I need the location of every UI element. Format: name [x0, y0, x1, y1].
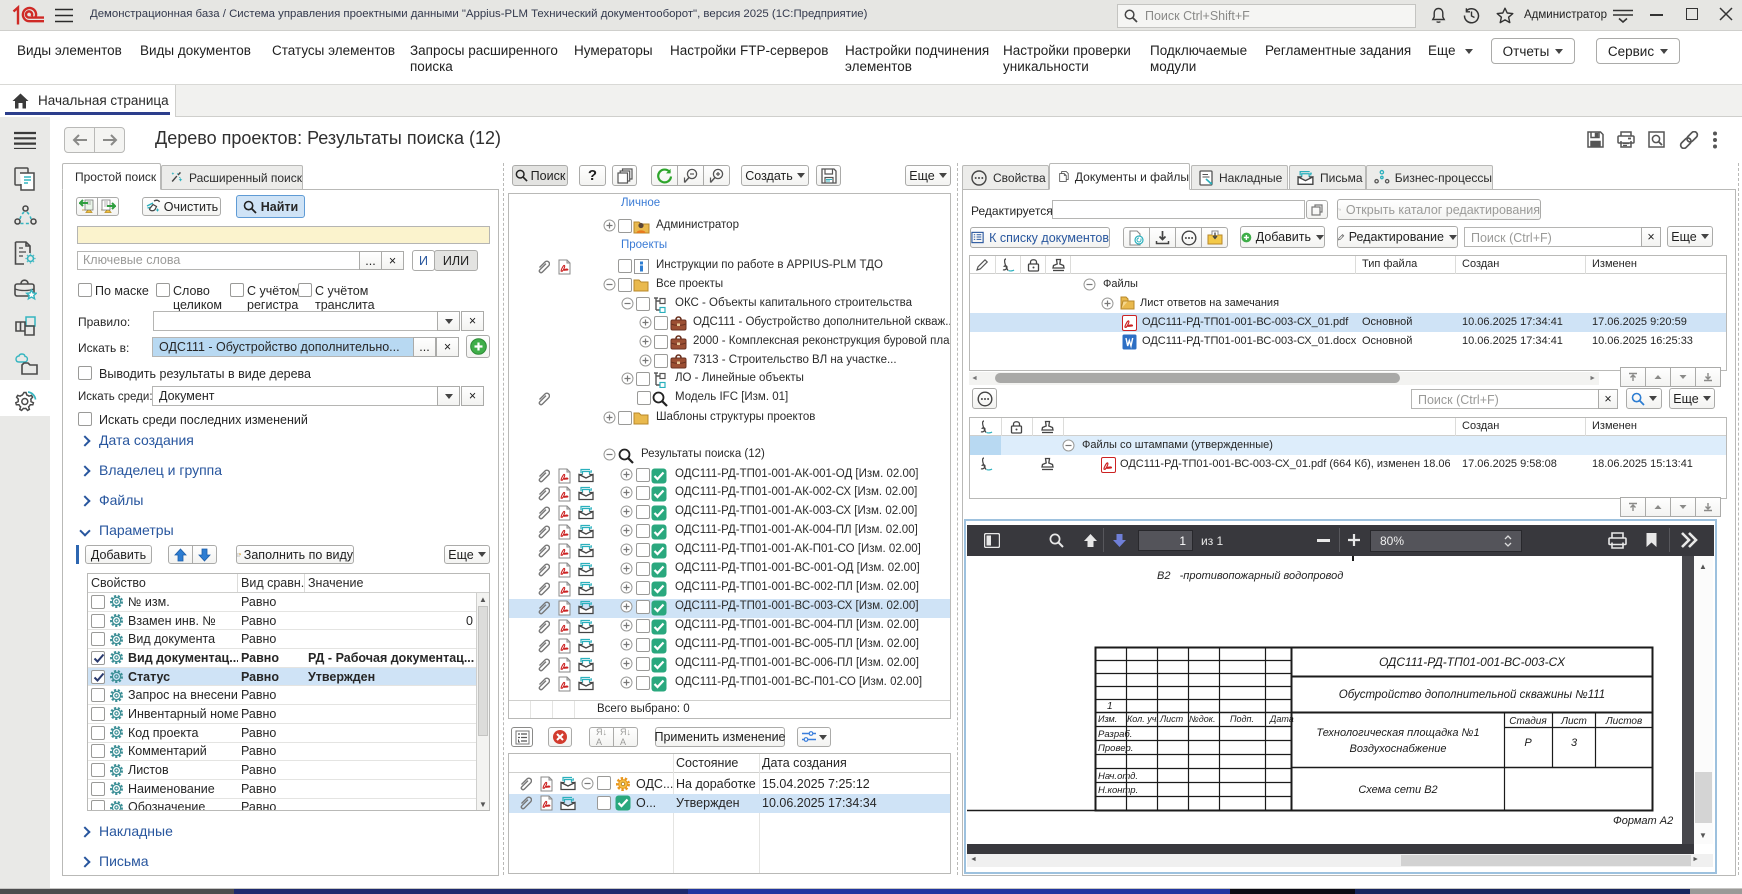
svg-text:Провер.: Провер.: [1098, 743, 1133, 754]
svg-text:1: 1: [1107, 701, 1113, 712]
svg-text:Подп.: Подп.: [1230, 714, 1254, 724]
svg-text:ОДС111-РД-ТП01-001-ВС-003-СХ: ОДС111-РД-ТП01-001-ВС-003-СХ: [1379, 655, 1566, 669]
svg-text:Формат А2: Формат А2: [1613, 815, 1673, 827]
svg-text:Кол. уч.: Кол. уч.: [1127, 714, 1159, 724]
svg-text:3: 3: [1571, 737, 1578, 749]
svg-text:Воздухоснабжение: Воздухоснабжение: [1350, 743, 1447, 755]
svg-text:Обустройство дополнительной ск: Обустройство дополнительной скважины №11…: [1339, 689, 1605, 701]
svg-text:Н.контр.: Н.контр.: [1098, 785, 1138, 796]
svg-text:Нач.отд.: Нач.отд.: [1098, 771, 1138, 782]
svg-text:Схема сети В2: Схема сети В2: [1358, 784, 1437, 796]
svg-text:Стадия: Стадия: [1509, 716, 1547, 727]
svg-text:Лист: Лист: [1159, 714, 1184, 724]
svg-text:№док.: №док.: [1189, 714, 1215, 724]
svg-text:Лист: Лист: [1560, 716, 1587, 727]
svg-text:Технологическая площадка №1: Технологическая площадка №1: [1316, 727, 1479, 739]
svg-text:Дата: Дата: [1269, 714, 1294, 724]
svg-text:Листов: Листов: [1605, 716, 1642, 727]
svg-text:Разраб.: Разраб.: [1098, 729, 1132, 740]
svg-text:Р: Р: [1524, 737, 1532, 749]
svg-text:Изм.: Изм.: [1098, 714, 1117, 724]
